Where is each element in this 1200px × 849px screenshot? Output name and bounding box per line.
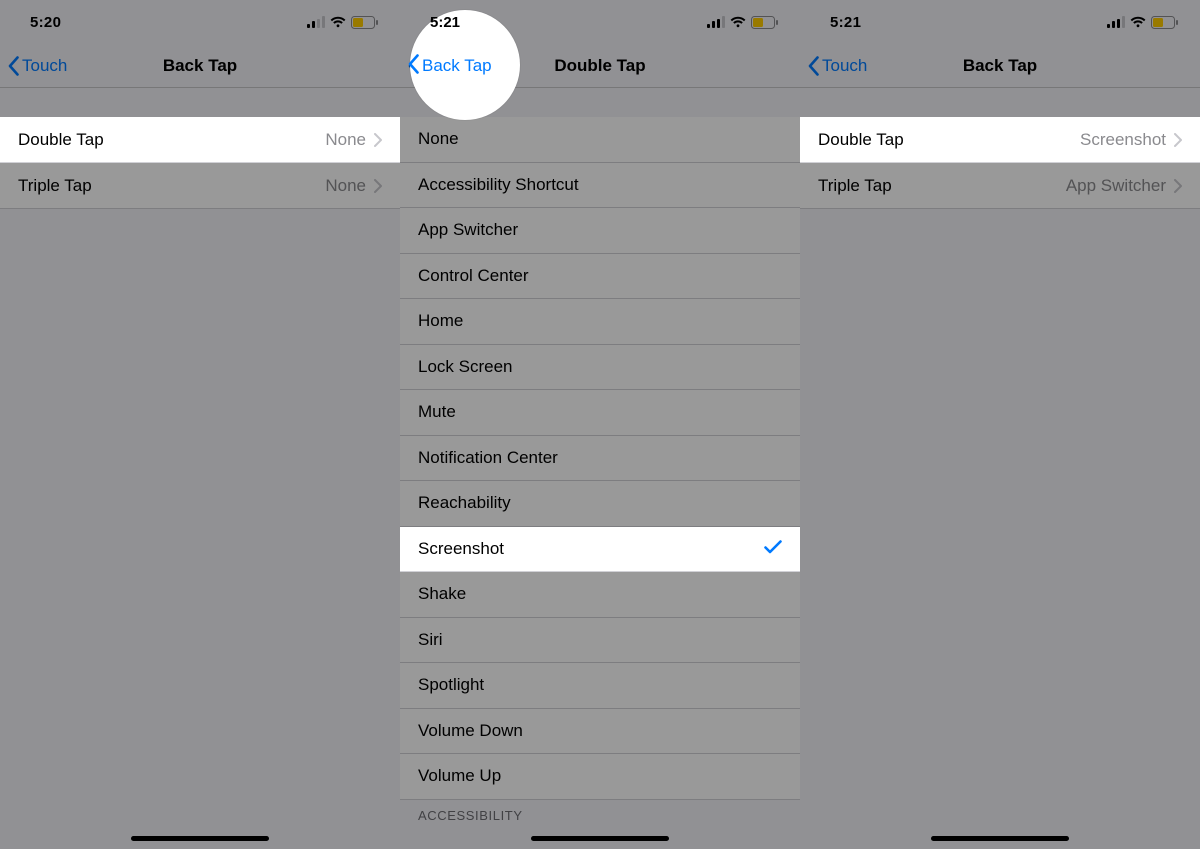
row-label: Double Tap	[818, 130, 904, 150]
row-label: Double Tap	[18, 130, 104, 150]
wifi-icon	[730, 16, 746, 28]
page-title: Double Tap	[554, 56, 645, 76]
status-icons	[307, 16, 378, 29]
option-label: Control Center	[418, 266, 529, 286]
option-accessibility-shortcut[interactable]: Accessibility Shortcut	[400, 163, 800, 209]
panel-back-tap-after: 5:21 Touch Back Tap	[800, 0, 1200, 849]
status-icons	[1107, 16, 1178, 29]
status-bar: 5:21	[800, 0, 1200, 44]
option-label: App Switcher	[418, 220, 518, 240]
chevron-right-icon	[1174, 133, 1182, 147]
row-double-tap[interactable]: Double Tap Screenshot	[800, 117, 1200, 163]
option-lock-screen[interactable]: Lock Screen	[400, 345, 800, 391]
option-label: Screenshot	[418, 539, 504, 559]
back-label: Touch	[822, 56, 867, 76]
chevron-left-icon	[408, 56, 420, 76]
back-button[interactable]: Back Tap	[408, 56, 492, 76]
row-triple-tap[interactable]: Triple Tap App Switcher	[800, 163, 1200, 209]
wifi-icon	[330, 16, 346, 28]
back-button[interactable]: Touch	[808, 56, 867, 76]
option-label: Shake	[418, 584, 466, 604]
status-time: 5:21	[830, 14, 861, 31]
back-label: Touch	[22, 56, 67, 76]
row-double-tap[interactable]: Double Tap None	[0, 117, 400, 163]
row-label: Triple Tap	[18, 176, 92, 196]
chevron-right-icon	[374, 179, 382, 193]
option-label: Siri	[418, 630, 443, 650]
option-mute[interactable]: Mute	[400, 390, 800, 436]
settings-list: Double Tap Screenshot Triple Tap App Swi…	[800, 88, 1200, 209]
option-volume-up[interactable]: Volume Up	[400, 754, 800, 800]
option-label: Reachability	[418, 493, 511, 513]
page-title: Back Tap	[963, 56, 1037, 76]
row-label: Triple Tap	[818, 176, 892, 196]
option-none[interactable]: None	[400, 117, 800, 163]
back-label: Back Tap	[422, 56, 492, 76]
cellular-signal-icon	[307, 16, 325, 28]
home-indicator	[131, 836, 269, 841]
option-label: Volume Down	[418, 721, 523, 741]
option-notification-center[interactable]: Notification Center	[400, 436, 800, 482]
option-label: Home	[418, 311, 463, 331]
option-label: Lock Screen	[418, 357, 513, 377]
battery-icon	[351, 16, 378, 29]
option-home[interactable]: Home	[400, 299, 800, 345]
chevron-left-icon	[8, 56, 20, 76]
page-title: Back Tap	[163, 56, 237, 76]
cellular-signal-icon	[1107, 16, 1125, 28]
option-volume-down[interactable]: Volume Down	[400, 709, 800, 755]
chevron-right-icon	[1174, 179, 1182, 193]
panel-back-tap-before: 5:20 Touch Back Tap	[0, 0, 400, 849]
checkmark-icon	[764, 538, 782, 559]
option-control-center[interactable]: Control Center	[400, 254, 800, 300]
option-label: Accessibility Shortcut	[418, 175, 579, 195]
option-app-switcher[interactable]: App Switcher	[400, 208, 800, 254]
nav-bar: Touch Back Tap	[0, 44, 400, 88]
options-list: None Accessibility Shortcut App Switcher…	[400, 88, 800, 829]
chevron-left-icon	[808, 56, 820, 76]
section-header-accessibility: ACCESSIBILITY	[400, 800, 800, 829]
panel-double-tap-options: 5:21 Back Tap Double Tap	[400, 0, 800, 849]
option-screenshot[interactable]: Screenshot	[400, 527, 800, 573]
row-value: None	[325, 176, 382, 196]
option-label: Volume Up	[418, 766, 501, 786]
cellular-signal-icon	[707, 16, 725, 28]
chevron-right-icon	[374, 133, 382, 147]
row-value: Screenshot	[1080, 130, 1182, 150]
option-siri[interactable]: Siri	[400, 618, 800, 664]
option-spotlight[interactable]: Spotlight	[400, 663, 800, 709]
home-indicator	[931, 836, 1069, 841]
battery-icon	[1151, 16, 1178, 29]
wifi-icon	[1130, 16, 1146, 28]
status-bar: 5:21	[400, 0, 800, 44]
battery-icon	[751, 16, 778, 29]
row-value: None	[325, 130, 382, 150]
home-indicator	[531, 836, 669, 841]
option-reachability[interactable]: Reachability	[400, 481, 800, 527]
option-shake[interactable]: Shake	[400, 572, 800, 618]
settings-list: Double Tap None Triple Tap None	[0, 88, 400, 209]
nav-bar: Touch Back Tap	[800, 44, 1200, 88]
option-label: Spotlight	[418, 675, 484, 695]
option-label: None	[418, 129, 459, 149]
row-value: App Switcher	[1066, 176, 1182, 196]
option-label: Mute	[418, 402, 456, 422]
status-bar: 5:20	[0, 0, 400, 44]
status-icons	[707, 16, 778, 29]
row-triple-tap[interactable]: Triple Tap None	[0, 163, 400, 209]
back-button[interactable]: Touch	[8, 56, 67, 76]
option-label: Notification Center	[418, 448, 558, 468]
status-time: 5:20	[30, 14, 61, 31]
status-time: 5:21	[430, 14, 461, 31]
nav-bar: Back Tap Double Tap	[400, 44, 800, 88]
